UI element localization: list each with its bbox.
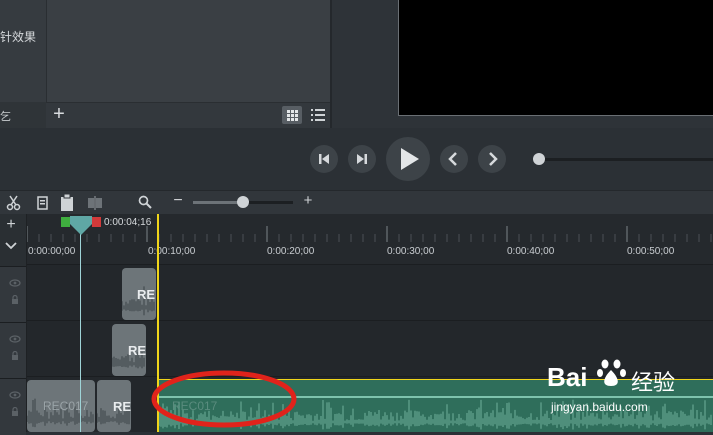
clip-label: RE	[128, 343, 147, 358]
step-back-icon	[319, 154, 329, 164]
lock-icon[interactable]	[11, 407, 19, 417]
ruler-label: 0:00:10;00	[148, 246, 196, 257]
range-start-marker[interactable]	[61, 217, 70, 227]
copy-icon[interactable]	[33, 194, 51, 212]
lock-icon[interactable]	[11, 295, 19, 305]
add-track-icon[interactable]: +	[0, 217, 22, 234]
range-end-marker[interactable]	[92, 217, 101, 227]
zoom-slider-fill	[193, 201, 241, 204]
playhead-line	[80, 228, 81, 432]
play-button[interactable]	[386, 137, 430, 181]
zoom-slider-handle[interactable]	[237, 196, 249, 208]
step-forward-icon	[357, 154, 367, 164]
chevron-right-icon	[489, 152, 498, 166]
watermark-brand-suffix: 经验	[631, 370, 676, 395]
cut-icon[interactable]	[5, 194, 23, 212]
scrubber-handle[interactable]	[533, 153, 545, 165]
step-forward-button[interactable]	[348, 145, 376, 173]
timeline-toolbar	[0, 190, 713, 215]
clip-label: RE	[137, 287, 156, 302]
video-preview[interactable]	[398, 0, 713, 116]
clip-label: RE	[113, 399, 132, 414]
playhead-handle[interactable]	[70, 216, 92, 236]
ruler-label: 0:00:20;00	[267, 246, 315, 257]
scrubber-track[interactable]	[536, 158, 713, 161]
track-header-2	[0, 322, 26, 379]
ruler-label: 0:00:50;00	[627, 246, 675, 257]
watermark-brand: Bai	[547, 362, 588, 392]
watermark-url: jingyan.baidu.com	[551, 400, 648, 414]
ruler-label: 0:00:00;00	[28, 246, 76, 257]
previous-marker-button[interactable]	[440, 145, 468, 173]
split-icon[interactable]	[86, 194, 104, 212]
track-header-3	[0, 378, 26, 435]
ruler-label: 0:00:40;00	[507, 246, 555, 257]
paw-logo-icon	[597, 359, 626, 386]
eye-icon[interactable]	[9, 391, 21, 399]
clip-label: REC017	[43, 399, 89, 413]
collapse-icon[interactable]	[0, 238, 22, 254]
lock-icon[interactable]	[11, 351, 19, 361]
eye-icon[interactable]	[9, 279, 21, 287]
playhead-time: 0:00:04;16	[104, 217, 152, 228]
media-panel-sidebar	[0, 0, 47, 102]
eye-icon[interactable]	[9, 335, 21, 343]
zoom-icon[interactable]	[137, 193, 153, 211]
zoom-out-button[interactable]: −	[170, 192, 186, 210]
chevron-left-icon	[448, 152, 457, 166]
ruler-label: 0:00:30;00	[387, 246, 435, 257]
list-view-icon[interactable]	[308, 106, 328, 124]
media-left-tab-label: 乞	[0, 111, 11, 123]
annotation-ellipse	[151, 370, 297, 428]
play-icon	[401, 148, 419, 170]
track-header-1	[0, 266, 26, 323]
zoom-in-button[interactable]: +	[300, 192, 316, 210]
add-media-button[interactable]: +	[48, 104, 70, 126]
grid-view-icon[interactable]	[282, 106, 302, 124]
paste-icon[interactable]	[58, 193, 76, 212]
step-back-button[interactable]	[310, 145, 338, 173]
next-marker-button[interactable]	[478, 145, 506, 173]
effect-tab-label[interactable]: 针效果	[0, 28, 36, 45]
baidu-watermark: Bai 经验 jingyan.baidu.com	[545, 350, 713, 420]
